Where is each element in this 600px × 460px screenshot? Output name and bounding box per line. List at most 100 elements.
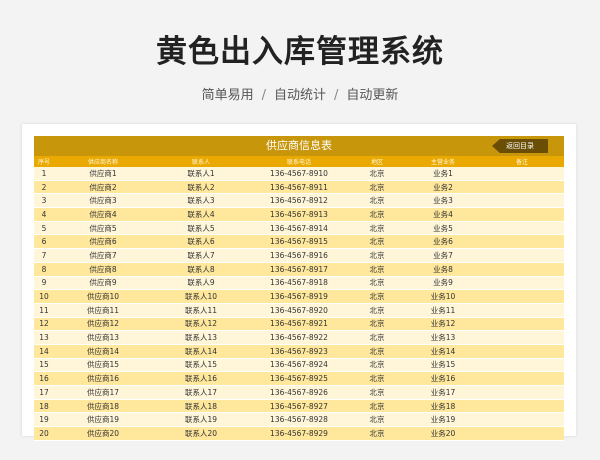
cell-region: 北京: [348, 207, 406, 222]
cell-business: 业务7: [406, 248, 480, 263]
table-row: 4 供应商4 联系人4 136-4567-8913 北京 业务4: [34, 207, 564, 222]
cell-region: 北京: [348, 371, 406, 386]
cell-phone: 136-4567-8929: [250, 426, 348, 441]
cell-phone: 136-4567-8922: [250, 330, 348, 345]
cell-phone: 136-4567-8916: [250, 248, 348, 263]
cell-region: 北京: [348, 167, 406, 181]
cell-business: 业务16: [406, 371, 480, 386]
cell-contact: 联系人9: [152, 276, 250, 291]
cell-region: 北京: [348, 289, 406, 304]
cell-remarks: [480, 221, 564, 236]
table-row: 18 供应商18 联系人18 136-4567-8927 北京 业务18: [34, 399, 564, 414]
cell-business: 业务18: [406, 399, 480, 414]
cell-contact: 联系人11: [152, 303, 250, 318]
cell-region: 北京: [348, 303, 406, 318]
cell-remarks: [480, 207, 564, 222]
cell-contact: 联系人20: [152, 426, 250, 441]
cell-index: 18: [34, 399, 54, 414]
cell-index: 3: [34, 193, 54, 209]
cell-region: 北京: [348, 399, 406, 414]
cell-index: 4: [34, 207, 54, 222]
cell-supplier-name: 供应商1: [54, 167, 152, 181]
back-to-directory-button[interactable]: 返回目录: [492, 139, 548, 153]
cell-phone: 136-4567-8926: [250, 385, 348, 400]
cell-phone: 136-4567-8928: [250, 412, 348, 428]
cell-contact: 联系人4: [152, 207, 250, 222]
cell-index: 5: [34, 221, 54, 236]
cell-index: 10: [34, 289, 54, 304]
table-row: 1 供应商1 联系人1 136-4567-8910 北京 业务1: [34, 167, 564, 181]
cell-business: 业务2: [406, 180, 480, 195]
cell-supplier-name: 供应商11: [54, 303, 152, 318]
cell-index: 16: [34, 371, 54, 386]
cell-supplier-name: 供应商10: [54, 289, 152, 304]
cell-region: 北京: [348, 330, 406, 345]
cell-contact: 联系人10: [152, 289, 250, 304]
cell-region: 北京: [348, 412, 406, 428]
header-index: 序号: [34, 156, 54, 167]
table-row: 5 供应商5 联系人5 136-4567-8914 北京 业务5: [34, 221, 564, 236]
header-contact: 联系人: [152, 156, 250, 167]
spreadsheet-preview: 供应商信息表 返回目录 序号 供应商名称 联系人 联系电话 地区 主营业务 备注…: [22, 124, 576, 441]
cell-business: 业务11: [406, 303, 480, 318]
cell-index: 15: [34, 358, 54, 373]
subtitle-separator: /: [261, 88, 266, 103]
cell-region: 北京: [348, 344, 406, 359]
cell-phone: 136-4567-8919: [250, 289, 348, 304]
cell-index: 20: [34, 426, 54, 441]
cell-contact: 联系人7: [152, 248, 250, 263]
supplier-table-container: 供应商信息表 返回目录 序号 供应商名称 联系人 联系电话 地区 主营业务 备注…: [34, 136, 564, 441]
cell-remarks: [480, 344, 564, 359]
cell-supplier-name: 供应商20: [54, 426, 152, 441]
cell-contact: 联系人19: [152, 412, 250, 428]
cell-supplier-name: 供应商3: [54, 193, 152, 209]
cell-phone: 136-4567-8912: [250, 193, 348, 209]
cell-supplier-name: 供应商9: [54, 276, 152, 291]
cell-remarks: [480, 303, 564, 318]
cell-index: 9: [34, 276, 54, 291]
header-phone: 联系电话: [250, 156, 348, 167]
cell-business: 业务13: [406, 330, 480, 345]
header-remarks: 备注: [480, 156, 564, 167]
cell-business: 业务8: [406, 262, 480, 277]
cell-phone: 136-4567-8920: [250, 303, 348, 318]
cell-remarks: [480, 289, 564, 304]
header-region: 地区: [348, 156, 406, 167]
table-row: 17 供应商17 联系人17 136-4567-8926 北京 业务17: [34, 385, 564, 400]
cell-contact: 联系人14: [152, 344, 250, 359]
table-title: 供应商信息表: [266, 139, 332, 152]
table-row: 6 供应商6 联系人6 136-4567-8915 北京 业务6: [34, 234, 564, 250]
cell-phone: 136-4567-8918: [250, 276, 348, 291]
cell-remarks: [480, 167, 564, 181]
cell-supplier-name: 供应商4: [54, 207, 152, 222]
cell-supplier-name: 供应商7: [54, 248, 152, 263]
cell-supplier-name: 供应商5: [54, 221, 152, 236]
cell-index: 14: [34, 344, 54, 359]
cell-region: 北京: [348, 180, 406, 195]
cell-index: 11: [34, 303, 54, 318]
cell-contact: 联系人12: [152, 317, 250, 332]
subtitle-separator: /: [334, 88, 339, 103]
table-row: 9 供应商9 联系人9 136-4567-8918 北京 业务9: [34, 276, 564, 291]
table-row: 11 供应商11 联系人11 136-4567-8920 北京 业务11: [34, 303, 564, 318]
table-row: 3 供应商3 联系人3 136-4567-8912 北京 业务3: [34, 193, 564, 209]
cell-supplier-name: 供应商13: [54, 330, 152, 345]
cell-business: 业务6: [406, 234, 480, 250]
cell-remarks: [480, 412, 564, 428]
subtitle-item: 自动统计: [273, 88, 326, 103]
cell-supplier-name: 供应商16: [54, 371, 152, 386]
cell-index: 8: [34, 262, 54, 277]
cell-index: 1: [34, 167, 54, 181]
cell-business: 业务14: [406, 344, 480, 359]
cell-contact: 联系人18: [152, 399, 250, 414]
cell-business: 业务3: [406, 193, 480, 209]
cell-supplier-name: 供应商2: [54, 180, 152, 195]
cell-contact: 联系人5: [152, 221, 250, 236]
cell-phone: 136-4567-8924: [250, 358, 348, 373]
cell-business: 业务10: [406, 289, 480, 304]
cell-region: 北京: [348, 317, 406, 332]
cell-supplier-name: 供应商15: [54, 358, 152, 373]
cell-remarks: [480, 385, 564, 400]
cell-remarks: [480, 371, 564, 386]
subtitle-item: 自动更新: [346, 88, 399, 103]
